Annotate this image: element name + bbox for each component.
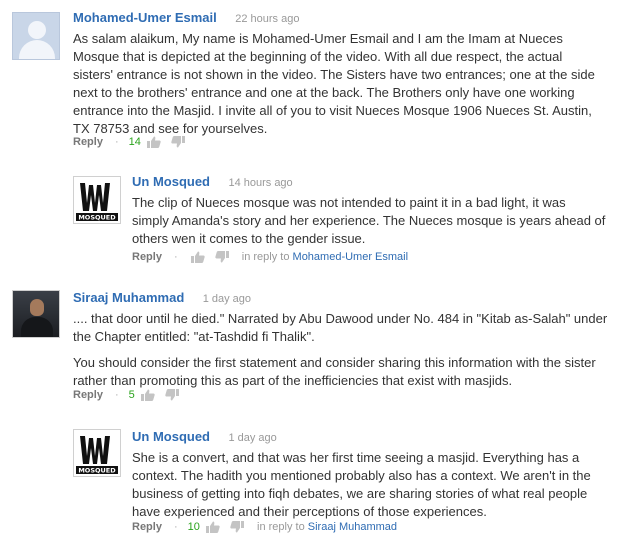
comment-text: The clip of Nueces mosque was not intend… — [132, 195, 606, 246]
in-reply-to-label: in reply to — [241, 251, 290, 263]
comment-author[interactable]: Un Mosqued — [132, 429, 210, 444]
comment-text: .... that door until he died." Narrated … — [73, 311, 608, 344]
comment-mohamed-umer-esmail: Mohamed-Umer Esmail 22 hours ago As sala… — [12, 10, 612, 152]
thumbs-down-icon[interactable] — [171, 136, 185, 148]
comment-actions: Reply · 14 — [73, 134, 195, 150]
comment-actions: Reply · 5 — [73, 387, 189, 403]
in-reply-to-label: in reply to — [257, 521, 305, 533]
vote-score: 10 — [187, 521, 200, 533]
comment-timestamp: 1 day ago — [228, 432, 277, 444]
in-reply-to-link[interactable]: Siraaj Muhammad — [308, 521, 397, 533]
comment-actions: Reply · 10 in reply to Siraaj Muhammad — [132, 521, 398, 534]
thumbs-up-icon[interactable] — [205, 521, 220, 534]
thumbs-up-icon[interactable] — [146, 136, 161, 149]
comment-timestamp: 1 day ago — [202, 293, 252, 305]
svg-text:MOSQUED: MOSQUED — [78, 467, 116, 475]
comment-actions: Reply · in reply to Mohamed-Umer Esmail — [132, 251, 409, 264]
in-reply-to-link[interactable]: Mohamed-Umer Esmail — [293, 251, 409, 263]
comment-text-paragraph-2: You should consider the first statement … — [73, 355, 596, 388]
comment-author[interactable]: Siraaj Muhammad — [73, 290, 184, 305]
reply-button[interactable]: Reply — [73, 389, 103, 401]
reply-button[interactable]: Reply — [132, 521, 162, 533]
vote-score: 5 — [128, 389, 135, 401]
comment-text: She is a convert, and that was her first… — [132, 450, 591, 519]
mosqued-avatar[interactable]: MOSQUED — [73, 429, 121, 477]
comment-author[interactable]: Mohamed-Umer Esmail — [73, 10, 217, 25]
comment-timestamp: 22 hours ago — [235, 13, 300, 25]
default-avatar[interactable] — [12, 12, 60, 60]
thumbs-up-icon[interactable] — [190, 251, 205, 264]
comment-timestamp: 14 hours ago — [228, 177, 293, 189]
reply-comment-un-mosqued: MOSQUED Un Mosqued 1 day ago She is a co… — [73, 429, 613, 519]
thumbs-up-icon[interactable] — [140, 389, 155, 402]
reply-button[interactable]: Reply — [73, 136, 103, 148]
mosqued-avatar[interactable]: MOSQUED — [73, 176, 121, 224]
thumbs-down-icon[interactable] — [215, 251, 229, 263]
vote-score: 14 — [128, 136, 141, 148]
user-photo-avatar[interactable] — [12, 290, 60, 338]
svg-text:MOSQUED: MOSQUED — [78, 214, 116, 222]
comment-author[interactable]: Un Mosqued — [132, 174, 210, 189]
thumbs-down-icon[interactable] — [165, 389, 179, 401]
comment-text: As salam alaikum, My name is Mohamed-Ume… — [73, 31, 595, 136]
reply-button[interactable]: Reply — [132, 251, 162, 263]
thumbs-down-icon[interactable] — [230, 521, 244, 533]
